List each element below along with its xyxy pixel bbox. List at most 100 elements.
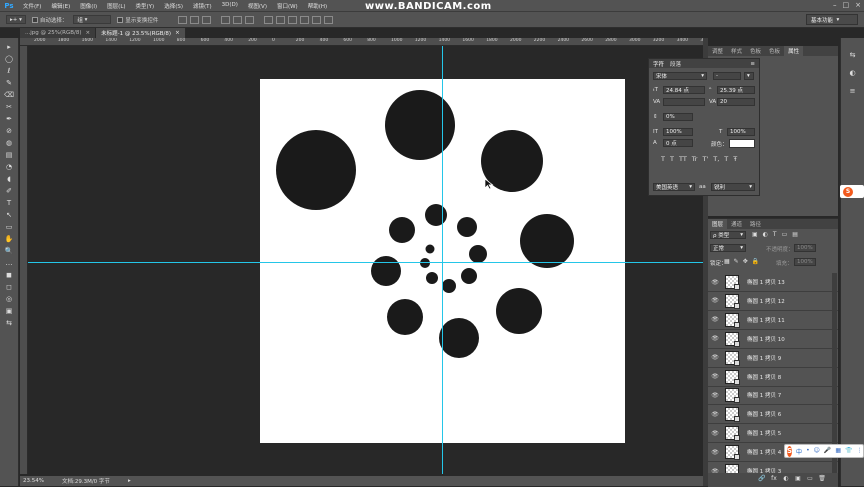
tab-document-1[interactable]: ...jpg @ 25%(RGB/8) ×	[20, 28, 97, 38]
lock-all-icon[interactable]: 🔒	[752, 258, 759, 265]
auto-select-option[interactable]: 自动选择：	[31, 16, 67, 24]
ellipse-small-2[interactable]	[461, 268, 477, 284]
language-dropdown[interactable]: 美国英语 ▾	[653, 183, 695, 191]
close-button[interactable]: ×	[855, 1, 861, 9]
visibility-eye-icon[interactable]: 👁	[708, 430, 722, 437]
leading-field[interactable]: 25.39 点	[717, 86, 755, 94]
vertical-scale-field[interactable]: 0%	[663, 113, 693, 121]
menu-item-6[interactable]: 滤镜(T)	[188, 2, 217, 10]
layers-footer-icon-3[interactable]: ▣	[794, 475, 802, 482]
tool-11-icon[interactable]: ◖	[3, 174, 15, 183]
ellipse-small-1[interactable]	[469, 245, 487, 263]
ime-item-6[interactable]: ⋮⋮	[857, 447, 864, 456]
auto-select-target-dropdown[interactable]: 组 ▾	[73, 15, 112, 24]
auto-select-checkbox[interactable]	[31, 16, 38, 23]
ime-item-1[interactable]: •	[806, 447, 810, 456]
align-top-icon[interactable]	[178, 15, 188, 24]
move-tool-preset[interactable]: ▸+ ▾	[6, 15, 26, 24]
ellipse-large-7[interactable]	[387, 299, 423, 335]
visibility-eye-icon[interactable]: 👁	[708, 449, 722, 456]
kerning-field[interactable]	[663, 98, 705, 106]
align-hcenter-icon[interactable]	[233, 15, 243, 24]
layer-row[interactable]: 👁 椭圆 1 拷贝 7	[708, 386, 838, 406]
close-tab-icon[interactable]: ×	[175, 30, 180, 36]
fill-field[interactable]: 100%	[794, 258, 816, 266]
ellipse-small-5[interactable]	[420, 258, 430, 268]
tool-4-icon[interactable]: ⌫	[3, 90, 15, 99]
layers-footer-icon-4[interactable]: ▭	[806, 475, 814, 482]
tab-paragraph[interactable]: 段落	[670, 60, 681, 68]
distribute-vcenter-icon[interactable]	[276, 15, 286, 24]
tool-12-icon[interactable]: ✐	[3, 186, 15, 195]
text-style-button-5[interactable]: T,	[713, 155, 719, 163]
tool-22-icon[interactable]: ▣	[3, 306, 15, 315]
layer-row[interactable]: 👁 椭圆 1 拷贝 5	[708, 424, 838, 444]
tool-1-icon[interactable]: ◯	[3, 54, 15, 63]
ellipse-medium-1[interactable]	[371, 256, 401, 286]
font-family-dropdown[interactable]: 宋体 ▾	[653, 72, 707, 80]
status-arrow-icon[interactable]: ▸	[128, 478, 131, 484]
tool-8-icon[interactable]: ◍	[3, 138, 15, 147]
tracking-field[interactable]: 20	[717, 98, 755, 106]
layer-row[interactable]: 👁 椭圆 1 拷贝 12	[708, 292, 838, 311]
ime-item-3[interactable]: 🎤	[824, 447, 831, 456]
tool-0-icon[interactable]: ▸	[3, 42, 15, 51]
align-left-icon[interactable]	[221, 15, 231, 24]
minimize-button[interactable]: –	[833, 1, 837, 9]
visibility-eye-icon[interactable]: 👁	[708, 335, 722, 342]
ellipse-small-4[interactable]	[426, 272, 438, 284]
filter-type-icon[interactable]: T	[773, 231, 777, 238]
tool-21-icon[interactable]: ◎	[3, 294, 15, 303]
distribute-left-icon[interactable]	[300, 15, 310, 24]
opacity-field[interactable]: 100%	[794, 244, 816, 252]
ellipse-large-6[interactable]	[439, 318, 479, 358]
tab-panel-1[interactable]: 样式	[727, 46, 746, 56]
distribute-right-icon[interactable]	[324, 15, 334, 24]
tool-19-icon[interactable]: ◼	[3, 270, 15, 279]
ellipse-medium-4[interactable]	[457, 217, 477, 237]
visibility-eye-icon[interactable]: 👁	[708, 392, 722, 399]
menu-item-7[interactable]: 3D(D)	[217, 2, 243, 10]
distribute-hcenter-icon[interactable]	[312, 15, 322, 24]
filter-adjustment-icon[interactable]: ◐	[763, 231, 768, 238]
menu-item-1[interactable]: 编辑(E)	[46, 2, 75, 10]
tool-2-icon[interactable]: ℓ	[3, 66, 15, 75]
layers-footer-icon-1[interactable]: fx	[770, 475, 778, 482]
menu-item-5[interactable]: 选择(S)	[159, 2, 188, 10]
align-right-icon[interactable]	[245, 15, 255, 24]
tab-panel-4[interactable]: 属性	[784, 46, 804, 56]
workspace-switcher[interactable]: 基本功能 ▾	[806, 14, 858, 25]
visibility-eye-icon[interactable]: 👁	[708, 279, 722, 286]
ime-floating-logo[interactable]: S	[840, 185, 864, 198]
collapsed-panel-icon-1[interactable]: ◐	[847, 68, 859, 78]
tool-7-icon[interactable]: ⊘	[3, 126, 15, 135]
ellipse-small-3[interactable]	[442, 279, 456, 293]
layers-footer-icon-2[interactable]: ◐	[782, 475, 790, 482]
guide-horizontal[interactable]	[28, 262, 703, 263]
text-style-button-3[interactable]: Tr	[692, 155, 698, 163]
maximize-button[interactable]: □	[843, 1, 850, 9]
layers-footer-icon-5[interactable]: 🗑	[818, 475, 826, 482]
ellipse-large-5[interactable]	[496, 288, 542, 334]
tool-20-icon[interactable]: ◻	[3, 282, 15, 291]
close-tab-icon[interactable]: ×	[85, 30, 90, 36]
ellipse-large-2[interactable]	[385, 90, 455, 160]
visibility-eye-icon[interactable]: 👁	[708, 373, 722, 380]
menu-item-9[interactable]: 窗口(W)	[272, 2, 303, 10]
tab-layers[interactable]: 图层	[708, 219, 728, 229]
text-style-button-1[interactable]: T	[670, 155, 674, 163]
panel-menu-icon[interactable]: ≡	[750, 61, 755, 67]
tool-13-icon[interactable]: T	[3, 198, 15, 207]
tool-6-icon[interactable]: ✒	[3, 114, 15, 123]
tool-3-icon[interactable]: ✎	[3, 78, 15, 87]
text-style-button-6[interactable]: T	[724, 155, 728, 163]
layer-filter-dropdown[interactable]: ρ 类型 ▾	[710, 231, 746, 239]
lock-transparent-icon[interactable]: ▦	[724, 258, 730, 265]
align-bottom-icon[interactable]	[202, 15, 212, 24]
guide-vertical[interactable]	[442, 46, 443, 474]
text-style-button-0[interactable]: T	[661, 155, 665, 163]
layer-row[interactable]: 👁 椭圆 1 拷贝 11	[708, 311, 838, 330]
filter-smart-icon[interactable]: ▤	[792, 231, 798, 238]
horizontal-scale-field[interactable]: 100%	[663, 128, 693, 136]
distribute-bottom-icon[interactable]	[288, 15, 298, 24]
